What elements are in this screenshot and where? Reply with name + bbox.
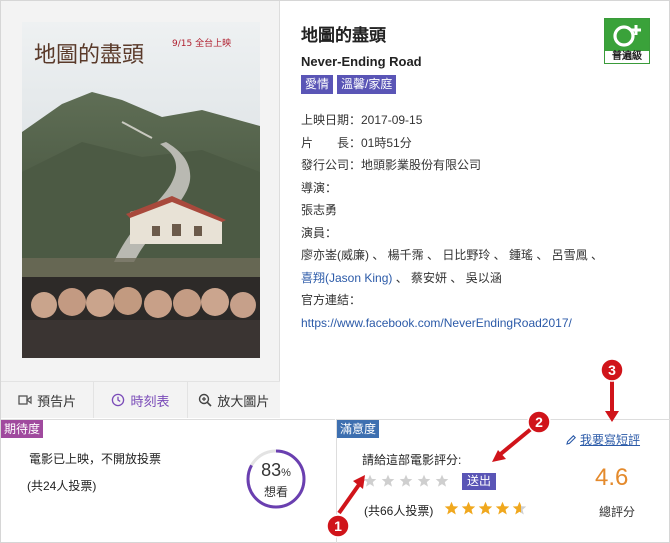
trailer-button[interactable]: 預告片 — [1, 382, 95, 418]
expectation-ring-text: 83% 想看 — [245, 460, 307, 500]
poster-button-bar: 預告片 時刻表 放大圖片 — [1, 381, 280, 418]
star-2-input[interactable] — [381, 474, 395, 488]
rate-prompt: 請給這部電影評分: — [362, 453, 462, 467]
cast-line-2-rest: 、 蔡安妍 、 吳以涵 — [392, 270, 502, 285]
expectation-message: 電影已上映，不開放投票 — [29, 452, 162, 466]
average-rating-stars — [444, 501, 527, 516]
movie-card: 地圖的盡頭 9/15 全台上映 預告片 時刻表 放大圖片 地圖的盡頭 Never… — [0, 0, 670, 543]
rating-input-stars — [363, 474, 449, 488]
showtimes-button[interactable]: 時刻表 — [94, 382, 188, 418]
average-star — [461, 501, 476, 515]
video-icon — [18, 395, 32, 405]
director-label: 導演： — [301, 180, 338, 195]
percent-sign: % — [281, 467, 291, 479]
genre-tag[interactable]: 溫馨/家庭 — [337, 75, 397, 94]
cast-line-2: 喜翔(Jason King) 、 蔡安妍 、 吳以涵 — [301, 267, 661, 290]
general-audience-icon — [613, 25, 641, 47]
want-to-see-label: 想看 — [263, 485, 288, 499]
average-score: 4.6 — [595, 464, 629, 491]
submit-rating-button[interactable]: 送出 — [462, 473, 497, 490]
genre-tags: 愛情 溫馨/家庭 — [301, 75, 661, 94]
poster-image: 地圖的盡頭 9/15 全台上映 — [22, 22, 260, 358]
expectation-section: 期待度 電影已上映，不開放投票 (共24人投票) 83% 想看 — [1, 419, 335, 543]
rating-badge: 普遍級 — [604, 18, 650, 64]
genre-tag[interactable]: 愛情 — [301, 75, 334, 94]
expectation-votes: (共24人投票) — [27, 479, 97, 493]
zoom-in-icon — [199, 393, 212, 407]
average-star — [495, 501, 510, 515]
pencil-icon — [566, 434, 576, 445]
poster-date-text: 9/15 全台上映 — [172, 37, 231, 49]
trailer-label: 預告片 — [37, 393, 77, 409]
clock-icon — [112, 393, 125, 407]
movie-poster[interactable]: 地圖的盡頭 9/15 全台上映 — [22, 22, 260, 358]
expectation-percent: 83 — [261, 460, 282, 480]
release-date: 上映日期：2017-09-15 — [301, 113, 423, 127]
cast-link[interactable]: 喜翔(Jason King) — [301, 271, 392, 285]
distributor: 發行公司：地頭影業股份有限公司 — [301, 158, 482, 172]
write-review-link[interactable]: 我要寫短評 — [565, 431, 640, 448]
showtimes-label: 時刻表 — [130, 393, 170, 409]
average-star — [478, 501, 493, 515]
satisfaction-section: 滿意度 我要寫短評 請給這部電影評分: 送出 (共66人投票) 4.6 總評分 — [336, 419, 670, 543]
satisfaction-tag: 滿意度 — [337, 420, 380, 438]
cast-label: 演員： — [301, 225, 338, 240]
write-review-label: 我要寫短評 — [580, 433, 641, 447]
enlarge-image-button[interactable]: 放大圖片 — [188, 382, 280, 418]
annotation-marker-3 — [600, 358, 624, 382]
average-star — [444, 501, 459, 515]
official-link-label: 官方連結： — [301, 293, 362, 307]
average-score-label: 總評分 — [599, 505, 636, 519]
rating-label: 普遍級 — [612, 51, 642, 62]
movie-info: 地圖的盡頭 Never-Ending Road 愛情 溫馨/家庭 上映日期：20… — [301, 21, 661, 334]
official-link[interactable]: https://www.facebook.com/NeverEndingRoad… — [301, 316, 572, 330]
cast-line-1: 廖亦崟(威廉) 、 楊千霈 、 日比野玲 、 鍾瑤 、 呂雪鳳 、 — [301, 248, 604, 262]
star-4-input[interactable] — [417, 474, 431, 488]
poster-title-text: 地圖的盡頭 — [34, 43, 144, 68]
star-5-input[interactable] — [435, 474, 449, 488]
star-1-input[interactable] — [363, 474, 377, 488]
enlarge-label: 放大圖片 — [217, 393, 270, 409]
star-3-input[interactable] — [399, 474, 413, 488]
movie-meta: 上映日期：2017-09-15 片 長：01時51分 發行公司：地頭影業股份有限… — [301, 109, 661, 334]
poster-column: 地圖的盡頭 9/15 全台上映 預告片 時刻表 放大圖片 — [1, 1, 280, 418]
expectation-tag: 期待度 — [1, 420, 44, 438]
runtime: 片 長：01時51分 — [301, 135, 412, 150]
average-star — [512, 501, 527, 515]
director-name: 張志勇 — [301, 203, 338, 217]
annotation-number-3: 3 — [608, 362, 616, 378]
satisfaction-votes: (共66人投票) — [364, 504, 434, 518]
